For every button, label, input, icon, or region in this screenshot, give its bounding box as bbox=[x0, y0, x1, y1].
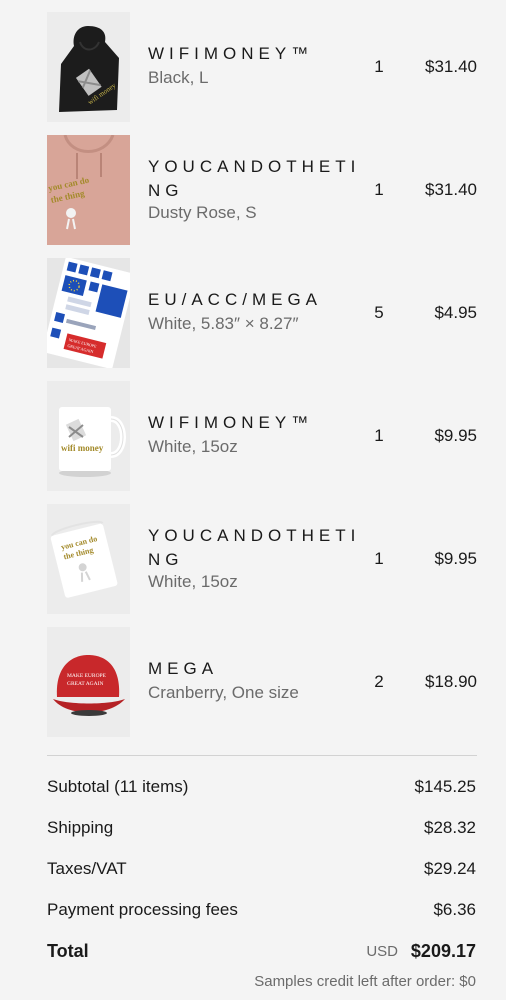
pink-hoodie-image: you can do the thing bbox=[47, 135, 130, 245]
fees-value: $6.36 bbox=[433, 900, 476, 919]
product-quantity: 5 bbox=[374, 303, 384, 322]
product-quantity: 1 bbox=[374, 180, 384, 199]
black-hoodie-image: wifi money bbox=[47, 12, 130, 122]
product-quantity: 2 bbox=[374, 672, 384, 691]
product-name: WIFIMONEY™ bbox=[148, 413, 314, 432]
shipping-row: Shipping $28.32 bbox=[47, 818, 476, 842]
product-variant: Dusty Rose, S bbox=[148, 203, 257, 222]
product-thumbnail: wifi money bbox=[47, 381, 130, 491]
list-item: you can do the thing YOUCANDOTHETING Dus… bbox=[47, 135, 477, 245]
product-quantity: 1 bbox=[374, 57, 384, 76]
total-value: $209.17 bbox=[410, 941, 476, 961]
white-mug-image: wifi money bbox=[47, 381, 130, 491]
product-thumbnail: MAKE EUROPE GREAT AGAIN bbox=[47, 258, 130, 368]
list-item: wifi money WIFIMONEY™ White, 15oz 1 $9.9… bbox=[47, 381, 477, 491]
product-price: $9.95 bbox=[434, 426, 477, 445]
taxes-label: Taxes/VAT bbox=[47, 859, 127, 878]
product-price: $9.95 bbox=[434, 549, 477, 568]
product-variant: White, 15oz bbox=[148, 437, 238, 456]
product-variant: White, 15oz bbox=[148, 572, 238, 591]
subtotal-label: Subtotal (11 items) bbox=[47, 777, 189, 796]
product-name: YOUCANDOTHETING bbox=[148, 157, 361, 200]
red-cap-image: MAKE EUROPE GREAT AGAIN bbox=[47, 627, 130, 737]
product-thumbnail: you can do the thing bbox=[47, 135, 130, 245]
product-price: $31.40 bbox=[425, 57, 477, 76]
sticker-sheet-image: MAKE EUROPE GREAT AGAIN bbox=[47, 258, 130, 368]
fees-label: Payment processing fees bbox=[47, 900, 238, 919]
product-name: WIFIMONEY™ bbox=[148, 44, 314, 63]
subtotal-row: Subtotal (11 items) $145.25 bbox=[47, 777, 476, 801]
product-name: MEGA bbox=[148, 659, 219, 678]
product-price: $4.95 bbox=[434, 303, 477, 322]
summary-divider bbox=[47, 755, 477, 756]
product-variant: Cranberry, One size bbox=[148, 683, 299, 702]
shipping-value: $28.32 bbox=[424, 818, 476, 837]
product-quantity: 1 bbox=[374, 426, 384, 445]
total-label: Total bbox=[47, 941, 89, 961]
product-variant: White, 5.83″ × 8.27″ bbox=[148, 314, 299, 333]
product-thumbnail: wifi money bbox=[47, 12, 130, 122]
shipping-label: Shipping bbox=[47, 818, 114, 837]
list-item: MAKE EUROPE GREAT AGAIN MEGA Cranberry, … bbox=[47, 627, 477, 737]
list-item: you can do the thing YOUCANDOTHETING Whi… bbox=[47, 504, 477, 614]
product-name: EU/ACC/MEGA bbox=[148, 290, 323, 309]
product-thumbnail: MAKE EUROPE GREAT AGAIN bbox=[47, 627, 130, 737]
white-mug-image: you can do the thing bbox=[47, 504, 130, 614]
fees-row: Payment processing fees $6.36 bbox=[47, 900, 476, 924]
total-row: Total USD $209.17 bbox=[47, 941, 476, 965]
product-quantity: 1 bbox=[374, 549, 384, 568]
total-currency: USD bbox=[366, 943, 398, 960]
product-thumbnail: you can do the thing bbox=[47, 504, 130, 614]
samples-credit-note: Samples credit left after order: $0 bbox=[254, 973, 476, 990]
product-variant: Black, L bbox=[148, 68, 209, 87]
product-name: YOUCANDOTHETING bbox=[148, 526, 361, 569]
list-item: wifi money WIFIMONEY™ Black, L 1 $31.40 bbox=[47, 12, 477, 122]
subtotal-value: $145.25 bbox=[414, 777, 476, 796]
svg-text:wifi money: wifi money bbox=[61, 443, 104, 453]
svg-text:GREAT AGAIN: GREAT AGAIN bbox=[67, 681, 103, 687]
product-price: $31.40 bbox=[425, 180, 477, 199]
taxes-value: $29.24 bbox=[424, 859, 476, 878]
list-item: MAKE EUROPE GREAT AGAIN EU/ACC/MEGA Whit… bbox=[47, 258, 477, 368]
taxes-row: Taxes/VAT $29.24 bbox=[47, 859, 476, 883]
product-price: $18.90 bbox=[425, 672, 477, 691]
svg-text:MAKE EUROPE: MAKE EUROPE bbox=[67, 673, 107, 679]
